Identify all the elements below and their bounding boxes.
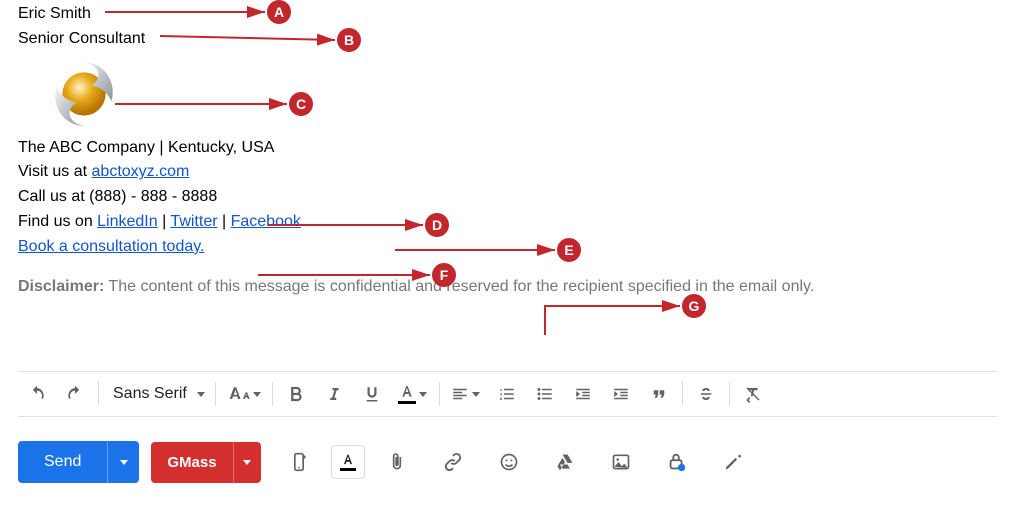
compose-action-row: Send GMass — [18, 441, 757, 483]
visit-line: Visit us at abctoxyz.com — [18, 162, 997, 183]
chevron-down-icon — [243, 460, 251, 465]
annotation-badge-g: G — [682, 294, 706, 318]
toolbar-divider — [729, 382, 730, 406]
italic-button[interactable] — [315, 375, 353, 413]
formatting-options-button[interactable] — [331, 445, 365, 479]
insert-photo-button[interactable] — [597, 442, 645, 482]
find-label: Find us on — [18, 213, 97, 230]
font-family-label: Sans Serif — [113, 385, 187, 403]
send-button-group: Send — [18, 441, 139, 483]
indent-less-button[interactable] — [564, 375, 602, 413]
font-family-select[interactable]: Sans Serif — [103, 385, 211, 403]
quote-button[interactable] — [640, 375, 678, 413]
formatting-toolbar: Sans Serif — [18, 371, 997, 417]
gmass-phone-icon[interactable] — [275, 442, 323, 482]
company-logo — [48, 58, 997, 130]
disclaimer-label: Disclaimer: — [18, 278, 104, 295]
social-line: Find us on LinkedIn | Twitter | Facebook — [18, 212, 997, 233]
toolbar-divider — [98, 382, 99, 406]
text-color-button[interactable] — [391, 375, 435, 413]
confidential-mode-button[interactable] — [653, 442, 701, 482]
bullet-list-button[interactable] — [526, 375, 564, 413]
insert-signature-button[interactable] — [709, 442, 757, 482]
toolbar-divider — [439, 382, 440, 406]
insert-link-button[interactable] — [429, 442, 477, 482]
attach-file-button[interactable] — [373, 442, 421, 482]
send-button[interactable]: Send — [18, 441, 107, 483]
linkedin-link[interactable]: LinkedIn — [97, 213, 158, 230]
indent-more-button[interactable] — [602, 375, 640, 413]
redo-button[interactable] — [56, 375, 94, 413]
chevron-down-icon — [197, 392, 205, 397]
align-button[interactable] — [444, 375, 488, 413]
underline-button[interactable] — [353, 375, 391, 413]
facebook-link[interactable]: Facebook — [231, 213, 301, 230]
insert-emoji-button[interactable] — [485, 442, 533, 482]
separator: | — [158, 213, 171, 230]
cta-link[interactable]: Book a consultation today. — [18, 238, 205, 255]
toolbar-divider — [682, 382, 683, 406]
phone-line: Call us at (888) - 888 - 8888 — [18, 187, 997, 208]
send-options-button[interactable] — [107, 441, 139, 483]
signature-name: Eric Smith — [18, 4, 997, 25]
company-info: The ABC Company | Kentucky, USA — [18, 138, 997, 159]
strikethrough-button[interactable] — [687, 375, 725, 413]
chevron-down-icon — [120, 460, 128, 465]
website-link[interactable]: abctoxyz.com — [92, 163, 190, 180]
numbered-list-button[interactable] — [488, 375, 526, 413]
toolbar-divider — [272, 382, 273, 406]
separator: | — [218, 213, 231, 230]
signature-title: Senior Consultant — [18, 29, 997, 50]
visit-label: Visit us at — [18, 163, 92, 180]
twitter-link[interactable]: Twitter — [170, 213, 217, 230]
undo-button[interactable] — [18, 375, 56, 413]
chevron-down-icon — [253, 392, 261, 397]
disclaimer-text: The content of this message is confident… — [104, 278, 814, 295]
gmass-button[interactable]: GMass — [151, 442, 232, 483]
toolbar-divider — [215, 382, 216, 406]
bold-button[interactable] — [277, 375, 315, 413]
gmass-options-button[interactable] — [233, 442, 261, 483]
chevron-down-icon — [472, 392, 480, 397]
remove-formatting-button[interactable] — [734, 375, 772, 413]
insert-drive-button[interactable] — [541, 442, 589, 482]
font-size-button[interactable] — [220, 375, 268, 413]
disclaimer: Disclaimer: The content of this message … — [18, 278, 997, 296]
chevron-down-icon — [419, 392, 427, 397]
gmass-button-group: GMass — [151, 442, 260, 483]
